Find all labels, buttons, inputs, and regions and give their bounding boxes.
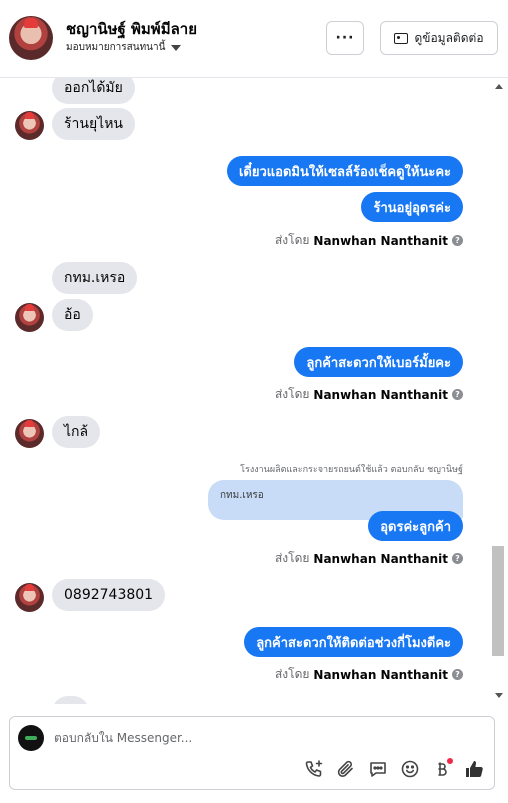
- scrollbar-thumb[interactable]: [492, 546, 504, 656]
- message-outgoing: ลูกค้าสะดวกให้ติดต่อช่วงกี่โมงดีคะ: [244, 627, 463, 657]
- help-icon[interactable]: ?: [452, 389, 463, 400]
- contact-info-label: ดูข้อมูลติดต่อ: [414, 30, 484, 45]
- sent-by-label: ส่งโดย Nanwhan Nanthanit ?: [275, 549, 463, 568]
- scroll-up-arrow[interactable]: [495, 84, 503, 89]
- help-icon[interactable]: ?: [452, 235, 463, 246]
- sender-avatar: [15, 303, 44, 332]
- message-incoming: ออกได้มัย: [52, 78, 135, 104]
- emoji-icon[interactable]: [400, 759, 420, 779]
- message-outgoing: อุดรค่ะลูกค้า: [368, 511, 463, 541]
- sender-avatar: [15, 111, 44, 140]
- payment-icon[interactable]: [432, 758, 453, 779]
- scroll-down-arrow[interactable]: [495, 693, 503, 698]
- message-incoming: ไกล้: [52, 416, 101, 448]
- like-icon[interactable]: [464, 759, 484, 779]
- chevron-down-icon: [171, 44, 182, 51]
- notification-dot: [447, 758, 453, 764]
- reply-composer: [9, 716, 495, 790]
- contact-card-icon: [394, 32, 409, 44]
- assign-label: มอบหมายการสนทนานี้: [66, 42, 166, 53]
- reply-context-note: โรงงานผลิตและกระจายรถยนต์ใช้แล้ว ตอบกลับ…: [240, 465, 463, 475]
- assign-conversation-dropdown[interactable]: มอบหมายการสนทนานี้: [66, 40, 182, 55]
- more-icon: ···: [335, 30, 355, 46]
- message-outgoing: ร้านอยู่อุดรค่ะ: [361, 192, 463, 222]
- message-incoming-partial: ...: [52, 696, 90, 704]
- message-incoming: กทม.เหรอ: [52, 262, 138, 294]
- sent-by-label: ส่งโดย Nanwhan Nanthanit ?: [275, 385, 463, 404]
- message-incoming: อ้อ: [52, 299, 93, 331]
- sent-by-label: ส่งโดย Nanwhan Nanthanit ?: [275, 231, 463, 250]
- sender-avatar: [15, 583, 44, 612]
- saved-reply-icon[interactable]: [368, 759, 388, 779]
- sender-avatar: [15, 419, 44, 448]
- composer-toolbar: [304, 758, 484, 779]
- call-add-icon[interactable]: [304, 759, 324, 779]
- sent-by-agent: Nanwhan Nanthanit: [313, 387, 448, 402]
- contact-name[interactable]: ชญานิษฐ์ พิมพ์มีลาย: [66, 17, 197, 41]
- sent-by-label: ส่งโดย Nanwhan Nanthanit ?: [275, 665, 463, 684]
- sent-by-prefix: ส่งโดย: [274, 551, 310, 565]
- reply-input[interactable]: [54, 731, 354, 745]
- page-avatar: [18, 725, 44, 751]
- view-contact-info-button[interactable]: ดูข้อมูลติดต่อ: [380, 21, 498, 55]
- help-icon[interactable]: ?: [452, 669, 463, 680]
- message-incoming: ร้านยุไหน: [52, 108, 135, 140]
- help-icon[interactable]: ?: [452, 553, 463, 564]
- sent-by-agent: Nanwhan Nanthanit: [313, 233, 448, 248]
- message-thread[interactable]: ออกได้มัย ร้านยุไหน เดี๋ยวแอดมินให้เซลล์…: [0, 78, 508, 704]
- message-incoming: 0892743801: [52, 579, 166, 611]
- attach-icon[interactable]: [336, 759, 356, 779]
- sent-by-prefix: ส่งโดย: [274, 387, 310, 401]
- sent-by-agent: Nanwhan Nanthanit: [313, 667, 448, 682]
- message-outgoing: ลูกค้าสะดวกให้เบอร์มั้ยคะ: [294, 347, 463, 377]
- sent-by-agent: Nanwhan Nanthanit: [313, 551, 448, 566]
- more-options-button[interactable]: ···: [326, 21, 364, 55]
- sent-by-prefix: ส่งโดย: [274, 233, 310, 247]
- sent-by-prefix: ส่งโดย: [274, 667, 310, 681]
- message-outgoing: เดี๋ยวแอดมินให้เซลล์ร้องเช็คดูให้นะคะ: [226, 156, 463, 186]
- contact-avatar[interactable]: [9, 16, 53, 60]
- conversation-header: ชญานิษฐ์ พิมพ์มีลาย มอบหมายการสนทนานี้ ·…: [0, 0, 508, 78]
